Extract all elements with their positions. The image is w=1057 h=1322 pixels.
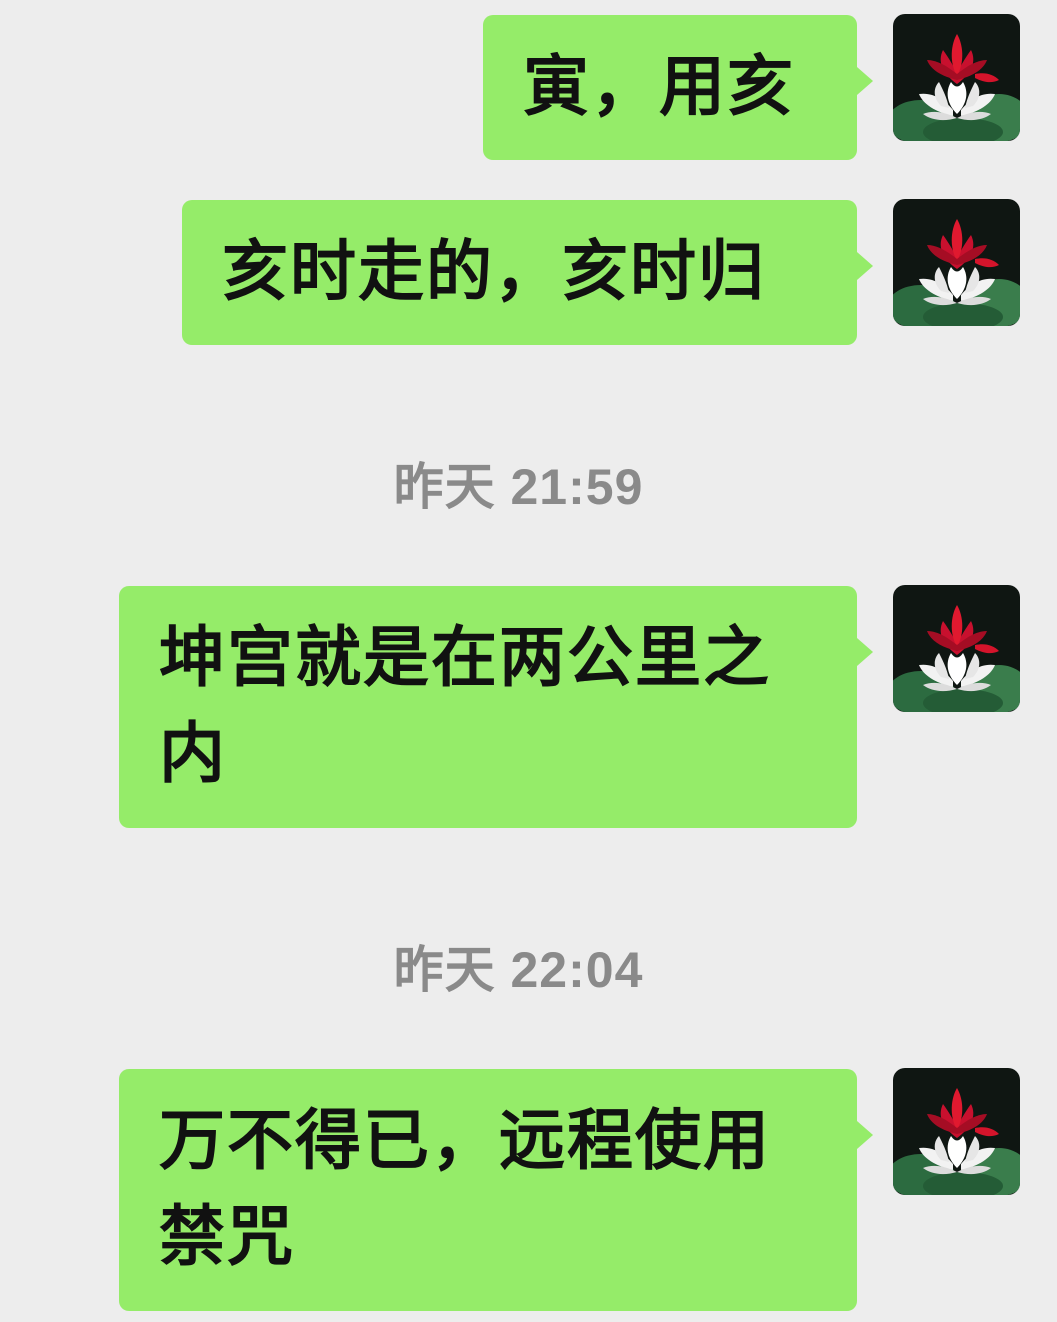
lotus-flower-icon <box>893 199 1020 326</box>
message-text: 坤宫就是在两公里之内 <box>159 619 771 792</box>
message-bubble[interactable]: 寅，用亥 <box>483 15 873 160</box>
message-text: 万不得已，远程使用禁咒 <box>159 1102 771 1275</box>
timestamp: 昨天 21:59 <box>393 459 644 515</box>
avatar[interactable] <box>893 585 1020 712</box>
avatar[interactable] <box>893 199 1020 326</box>
avatar[interactable] <box>893 14 1020 141</box>
message-text: 寅，用亥 <box>523 48 795 125</box>
lotus-flower-icon <box>893 1068 1020 1195</box>
message-bubble[interactable]: 万不得已，远程使用禁咒 <box>119 1069 873 1311</box>
message-bubble[interactable]: 亥时走的，亥时归 <box>182 200 873 345</box>
message-text: 亥时走的，亥时归 <box>222 233 766 310</box>
timestamp: 昨天 22:04 <box>393 942 644 998</box>
message-bubble[interactable]: 坤宫就是在两公里之内 <box>119 586 873 828</box>
lotus-flower-icon <box>893 14 1020 141</box>
lotus-flower-icon <box>893 585 1020 712</box>
avatar[interactable] <box>893 1068 1020 1195</box>
